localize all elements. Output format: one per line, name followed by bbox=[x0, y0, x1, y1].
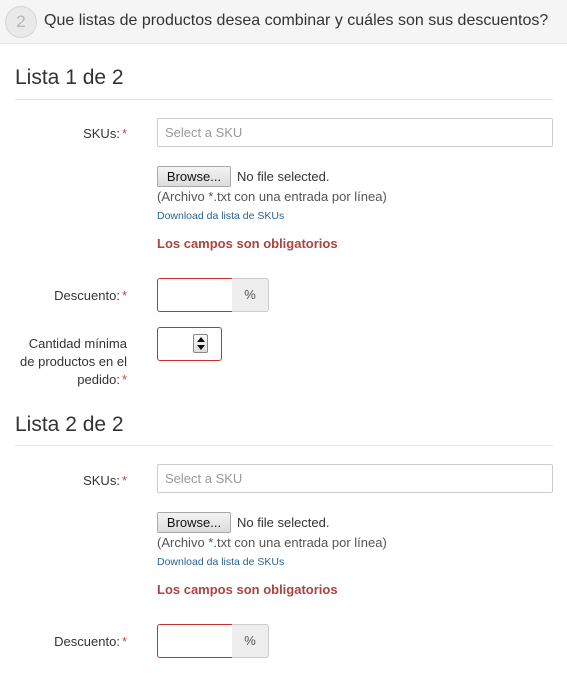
list-1-download-link[interactable]: Download da lista de SKUs bbox=[157, 210, 284, 222]
list-2-sku-input[interactable] bbox=[157, 464, 553, 493]
list-1-browse-button[interactable]: Browse... bbox=[157, 166, 231, 187]
list-1-file-hint: (Archivo *.txt con una entrada por línea… bbox=[157, 189, 387, 204]
required-asterisk: * bbox=[121, 634, 127, 649]
list-1-min-qty-input[interactable] bbox=[157, 327, 222, 361]
list-1-heading: Lista 1 de 2 bbox=[15, 66, 124, 89]
list-2-divider bbox=[15, 445, 553, 446]
list-2-discount-input[interactable] bbox=[157, 624, 233, 658]
list-1-discount-percent-addon: % bbox=[232, 278, 269, 312]
quantity-spinner[interactable] bbox=[193, 334, 208, 353]
spinner-up-arrow-icon[interactable] bbox=[197, 337, 205, 342]
list-1-discount-input[interactable] bbox=[157, 278, 233, 312]
list-1-error-message: Los campos son obligatorios bbox=[157, 236, 338, 251]
list-2-error-message: Los campos son obligatorios bbox=[157, 582, 338, 597]
list-1-file-status: No file selected. bbox=[237, 169, 330, 184]
required-asterisk: * bbox=[121, 372, 127, 387]
list-1-divider bbox=[15, 99, 553, 100]
list-1-sku-input[interactable] bbox=[157, 118, 553, 147]
step-title: Que listas de productos desea combinar y… bbox=[44, 12, 549, 29]
list-2-file-status: No file selected. bbox=[237, 515, 330, 530]
required-asterisk: * bbox=[121, 473, 127, 488]
list-1-sku-label: SKUs: * bbox=[83, 126, 127, 141]
step-number-badge: 2 bbox=[5, 6, 37, 38]
required-asterisk: * bbox=[121, 288, 127, 303]
list-2-discount-label: Descuento: * bbox=[54, 634, 127, 649]
list-2-file-hint: (Archivo *.txt con una entrada por línea… bbox=[157, 535, 387, 550]
list-2-browse-button[interactable]: Browse... bbox=[157, 512, 231, 533]
list-2-heading: Lista 2 de 2 bbox=[15, 413, 124, 436]
step-header: 2 Que listas de productos desea combinar… bbox=[0, 0, 567, 44]
required-asterisk: * bbox=[121, 126, 127, 141]
list-1-discount-label: Descuento: * bbox=[54, 288, 127, 303]
list-2-discount-percent-addon: % bbox=[232, 624, 269, 658]
list-2-download-link[interactable]: Download da lista de SKUs bbox=[157, 556, 284, 568]
list-2-sku-label: SKUs: * bbox=[83, 473, 127, 488]
list-1-min-qty-label: Cantidad mínima de productos en el pedid… bbox=[20, 336, 127, 387]
spinner-down-arrow-icon[interactable] bbox=[197, 345, 205, 350]
